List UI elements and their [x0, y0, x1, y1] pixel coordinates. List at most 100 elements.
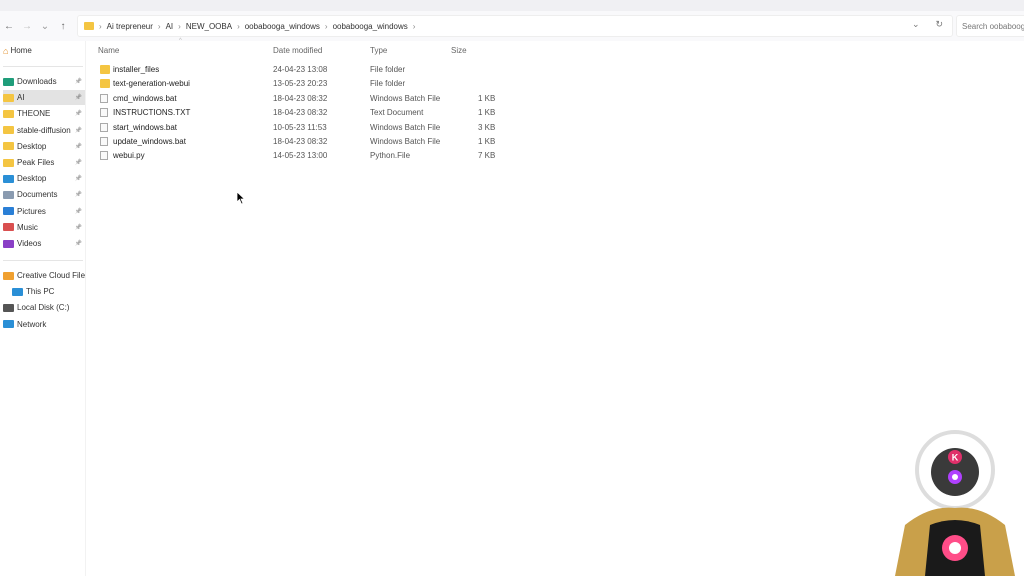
file-type: Windows Batch File	[370, 122, 441, 132]
sort-chevron-icon: ^	[179, 38, 182, 44]
pin-icon[interactable]: 📌	[75, 240, 82, 247]
home-icon: ⌂	[3, 45, 9, 56]
file-date: 13-05-23 20:23	[273, 79, 328, 89]
pin-icon[interactable]: 📌	[75, 94, 82, 101]
breadcrumb-separator-icon[interactable]: ›	[413, 22, 416, 31]
breadcrumb-separator-icon[interactable]: ›	[99, 22, 102, 31]
recent-locations-button[interactable]: ⌄	[36, 21, 54, 32]
sidebar-item-local-disk-c-[interactable]: Local Disk (C:)	[3, 300, 85, 315]
folder-icon	[3, 109, 14, 118]
breadcrumb-item[interactable]: AI	[166, 22, 174, 31]
file-name: update_windows.bat	[113, 137, 186, 146]
file-date: 10-05-23 11:53	[273, 122, 327, 132]
sidebar-item-documents[interactable]: Documents 📌	[3, 187, 85, 202]
sidebar-item-creative-cloud-files[interactable]: Creative Cloud Files	[3, 268, 85, 283]
back-button[interactable]: ←	[0, 21, 18, 32]
pin-icon[interactable]: 📌	[75, 224, 82, 231]
forward-button[interactable]: →	[18, 21, 36, 32]
sidebar-item-videos[interactable]: Videos 📌	[3, 236, 85, 251]
pin-icon[interactable]: 📌	[75, 159, 82, 166]
column-header-type[interactable]: Type	[370, 46, 387, 55]
breadcrumb-separator-icon[interactable]: ›	[158, 22, 161, 31]
sidebar-item-label: stable-diffusion	[17, 125, 71, 135]
pin-icon[interactable]: 📌	[75, 110, 82, 117]
file-size: 3 KB	[478, 122, 496, 132]
folder-icon	[3, 93, 14, 102]
sidebar-item-network[interactable]: Network	[3, 317, 85, 332]
folder-icon	[3, 320, 14, 329]
batch-file-icon	[100, 137, 108, 146]
sidebar-item-ai[interactable]: AI 📌	[3, 90, 85, 106]
sidebar-item-downloads[interactable]: Downloads 📌	[3, 74, 85, 89]
pin-icon[interactable]: 📌	[75, 191, 82, 198]
file-row[interactable]: update_windows.bat 18-04-23 08:32 Windows …	[98, 135, 498, 149]
folder-icon	[3, 207, 14, 216]
file-name: cmd_windows.bat	[113, 93, 177, 103]
breadcrumb-separator-icon[interactable]: ›	[325, 22, 328, 31]
file-date: 18-04-23 08:32	[273, 108, 328, 118]
file-type: File folder	[370, 79, 406, 89]
file-size: 1 KB	[478, 137, 496, 146]
sidebar-item-label: Desktop	[17, 141, 47, 151]
sidebar-item-label: Network	[17, 319, 47, 329]
folder-icon	[3, 223, 14, 232]
folder-icon	[3, 271, 14, 280]
sidebar-item-peak-files[interactable]: Peak Files 📌	[3, 155, 85, 170]
up-button[interactable]: ↑	[54, 21, 72, 32]
file-date: 18-04-23 08:32	[273, 137, 328, 146]
pin-icon[interactable]: 📌	[75, 208, 82, 215]
sidebar-item-pictures[interactable]: Pictures 📌	[3, 204, 85, 219]
file-row[interactable]: start_windows.bat 10-05-23 11:53 Windows B…	[98, 121, 498, 135]
file-size: 1 KB	[478, 108, 496, 118]
breadcrumb-item[interactable]: NEW_OOBA	[186, 22, 232, 31]
sidebar-item-desktop[interactable]: Desktop 📌	[3, 171, 85, 186]
navigation-pane: ⌂ Home Downloads 📌 AI 📌 THEONE 📌 stable-diffus…	[0, 41, 86, 576]
address-bar[interactable]: › Ai trepreneur › AI › NEW_OOBA › oobabooga_win…	[77, 15, 953, 37]
file-row[interactable]: cmd_windows.bat 18-04-23 08:32 Windows Bat…	[98, 92, 498, 106]
address-dropdown-icon[interactable]: ⌄	[912, 19, 920, 30]
pin-icon[interactable]: 📌	[75, 78, 82, 85]
breadcrumb-item[interactable]: oobabooga_windows	[333, 22, 408, 31]
sidebar-item-label: Downloads	[17, 77, 57, 86]
sidebar-item-theone[interactable]: THEONE 📌	[3, 106, 85, 121]
file-row[interactable]: webui.py 14-05-23 13:00 Python.File 7 KB	[98, 149, 498, 163]
breadcrumb-item[interactable]: oobabooga_windows	[245, 22, 320, 31]
file-size: 1 KB	[478, 93, 496, 103]
file-row[interactable]: installer_files 24-04-23 13:08 File folder	[98, 63, 498, 77]
divider	[3, 260, 83, 261]
file-row[interactable]: INSTRUCTIONS.TXT 18-04-23 08:32 Text Docum…	[98, 106, 498, 120]
navigation-bar: ← → ⌄ ↑ › Ai trepreneur › AI › NEW_OOBA › oobab…	[0, 11, 1024, 41]
column-header-date[interactable]: Date modified	[273, 46, 322, 55]
sidebar-item-label: Videos	[17, 239, 42, 248]
sidebar-item-this-pc[interactable]: This PC	[12, 284, 94, 299]
sidebar-item-home[interactable]: ⌂ Home	[3, 43, 85, 58]
sidebar-item-label: Local Disk (C:)	[17, 303, 70, 313]
sidebar-item-music[interactable]: Music 📌	[3, 220, 85, 235]
sidebar-item-stable-diffusion[interactable]: stable-diffusion 📌	[3, 123, 85, 138]
divider	[3, 66, 83, 67]
sidebar-item-desktop[interactable]: Desktop 📌	[3, 139, 85, 154]
refresh-icon[interactable]: ↻	[936, 19, 944, 30]
sidebar-item-label: Peak Files	[17, 158, 55, 167]
breadcrumb-item[interactable]: Ai trepreneur	[107, 22, 153, 31]
pin-icon[interactable]: 📌	[75, 127, 82, 134]
breadcrumb-separator-icon[interactable]: ›	[237, 22, 240, 31]
file-row[interactable]: text-generation-webui 13-05-23 20:23 File …	[98, 77, 498, 91]
column-header-name[interactable]: Name	[98, 46, 119, 55]
file-name: INSTRUCTIONS.TXT	[113, 108, 191, 118]
column-header-size[interactable]: Size	[451, 46, 467, 55]
file-date: 14-05-23 13:00	[273, 151, 328, 161]
avatar-logo-letter: K	[952, 453, 959, 463]
search-input[interactable]: Search oobabooga_windows	[956, 15, 1024, 37]
folder-icon	[3, 126, 14, 135]
file-name: start_windows.bat	[113, 122, 178, 132]
file-date: 18-04-23 08:32	[273, 93, 328, 103]
breadcrumb-separator-icon[interactable]: ›	[178, 22, 181, 31]
pin-icon[interactable]: 📌	[75, 175, 82, 182]
batch-file-icon	[100, 93, 108, 103]
pin-icon[interactable]: 📌	[75, 143, 82, 150]
window-top-strip	[0, 0, 1024, 11]
file-size: 7 KB	[478, 151, 496, 161]
sidebar-item-label: This PC	[26, 287, 55, 297]
file-type: Python.File	[370, 151, 411, 161]
